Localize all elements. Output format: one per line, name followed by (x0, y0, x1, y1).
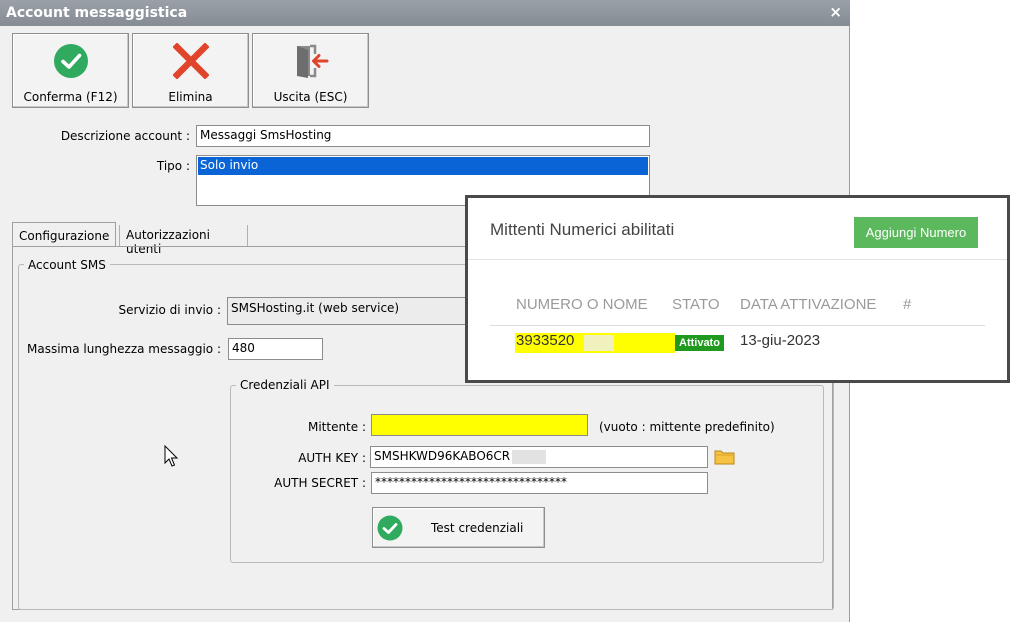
folder-button[interactable] (713, 446, 736, 467)
status-badge: Attivato (675, 335, 724, 351)
delete-button-label: Elimina (168, 90, 213, 104)
account-sms-group-title: Account SMS (24, 258, 110, 272)
sender-label: Mittente : (307, 420, 366, 434)
col-header-data: DATA ATTIVAZIONE (740, 296, 877, 313)
tab-configurazione[interactable]: Configurazione (12, 222, 116, 247)
col-header-hash: # (903, 296, 912, 313)
auth-key-label: AUTH KEY : (298, 451, 366, 465)
folder-icon (714, 450, 735, 465)
col-header-stato: STATO (672, 296, 720, 313)
auth-secret-label: AUTH SECRET : (274, 476, 366, 490)
service-label: Servizio di invio : (118, 303, 222, 317)
sender-note: (vuoto : mittente predefinito) (599, 420, 775, 434)
confirm-button[interactable]: Conferma (F12) (12, 33, 129, 108)
tab-autorizzazioni-utenti[interactable]: Autorizzazioni utenti (119, 225, 248, 256)
senders-popup: Mittenti Numerici abilitati Aggiungi Num… (465, 195, 1010, 383)
close-icon[interactable]: × (829, 3, 842, 21)
col-header-numero: NUMERO O NOME (516, 296, 648, 313)
description-label: Descrizione account : (60, 129, 190, 143)
add-number-button[interactable]: Aggiungi Numero (854, 217, 978, 248)
type-option-solo-invio[interactable]: Solo invio (198, 157, 648, 175)
test-credentials-button[interactable]: Test credenziali (372, 507, 545, 548)
row-data: 13-giu-2023 (740, 332, 821, 349)
redacted-block (512, 449, 547, 464)
confirm-button-label: Conferma (F12) (23, 90, 118, 104)
popup-divider (468, 259, 1007, 260)
redacted-block (584, 335, 614, 351)
exit-door-icon (296, 44, 328, 78)
row-numero: 3933520 (516, 332, 575, 349)
auth-key-input[interactable]: SMSHKWD96KABO6CR (370, 446, 708, 468)
popup-title: Mittenti Numerici abilitati (490, 220, 675, 239)
exit-button-label: Uscita (ESC) (273, 90, 348, 104)
table-header-divider (490, 325, 985, 326)
type-label: Tipo : (156, 159, 190, 173)
window-title: Account messaggistica (6, 5, 188, 21)
auth-key-value: SMSHKWD96KABO6CR (374, 449, 511, 463)
check-circle-icon (377, 515, 403, 541)
mouse-cursor-icon (164, 445, 179, 467)
sender-input[interactable] (371, 414, 588, 436)
credentials-group-title: Credenziali API (236, 378, 334, 392)
delete-button[interactable]: Elimina (132, 33, 249, 108)
description-input[interactable]: Messaggi SmsHosting (196, 125, 650, 147)
exit-button[interactable]: Uscita (ESC) (252, 33, 369, 108)
max-length-input[interactable]: 480 (228, 338, 323, 360)
service-field: SMSHosting.it (web service) (227, 297, 487, 325)
check-circle-icon (53, 44, 88, 78)
x-icon (172, 43, 209, 79)
test-credentials-label: Test credenziali (431, 521, 524, 535)
title-bar: Account messaggistica × (0, 0, 850, 26)
max-length-label: Massima lunghezza messaggio : (26, 342, 221, 356)
auth-secret-input[interactable]: ******************************** (371, 472, 708, 494)
